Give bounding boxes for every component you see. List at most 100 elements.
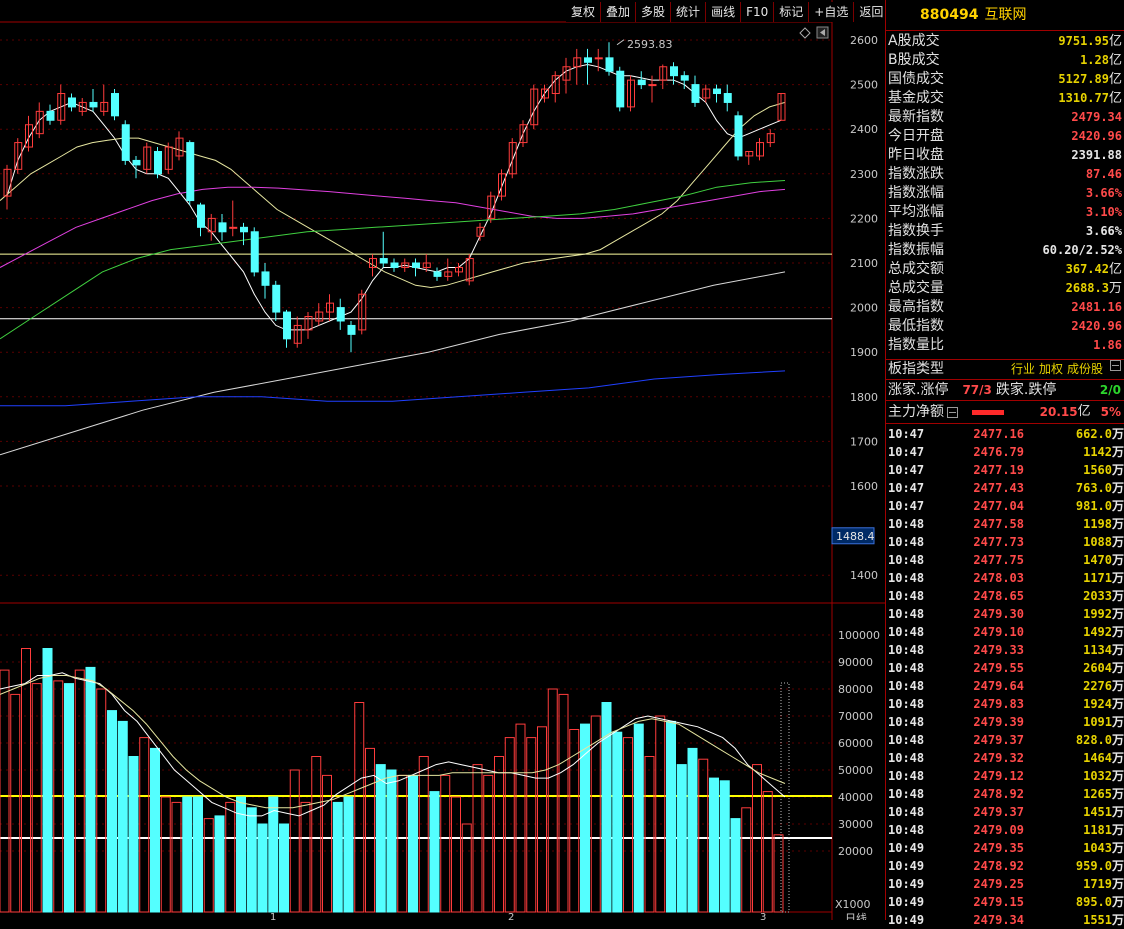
toolbar-button[interactable]: 叠加: [600, 2, 636, 22]
volume-bar: [203, 818, 214, 913]
tick-price: 2479.25: [973, 877, 1024, 891]
volume-bar: [171, 801, 182, 913]
price-axis-label: 2600: [850, 34, 878, 47]
tick-volume: 2033: [1083, 589, 1112, 603]
date-marker: 3: [760, 912, 766, 920]
tick-time: 10:47: [888, 445, 925, 459]
volume-bar: [74, 669, 85, 913]
tick-price: 2479.09: [973, 823, 1024, 837]
volume-bar: [193, 796, 203, 913]
sector-tag[interactable]: 成份股: [1067, 360, 1103, 379]
tick-row: 10:47 2477.19 1560 万: [886, 461, 1124, 479]
tick-volume: 1265: [1083, 787, 1112, 801]
stat-value: 2481.16: [1071, 300, 1122, 314]
candle-body: [68, 97, 76, 108]
sector-tag[interactable]: 行业: [1011, 360, 1035, 379]
sector-tag[interactable]: 加权: [1039, 360, 1063, 379]
moving-average-line: [0, 271, 786, 456]
collapse-icon[interactable]: [947, 406, 958, 418]
volume-bar: [343, 796, 354, 913]
tick-list[interactable]: 10:47 2477.16 662.0 万 10:47 2476.79 1142 万 10:47…: [886, 425, 1124, 929]
candle-body: [594, 57, 603, 60]
toolbar-button[interactable]: F10: [740, 2, 774, 22]
index-stats: A股成交 9751.95亿 B股成交 1.28亿 国债成交 5127.89亿 基金成交 131…: [886, 32, 1124, 355]
tick-volume: 1464: [1083, 751, 1112, 765]
tick-unit: 万: [1112, 913, 1124, 927]
tick-volume: 662.0: [1075, 427, 1112, 441]
stat-unit: 亿: [1108, 53, 1122, 68]
candle-body: [272, 284, 281, 313]
tick-price: 2479.83: [973, 697, 1024, 711]
tick-unit: 万: [1112, 517, 1124, 531]
tick-volume: 1142: [1083, 445, 1112, 459]
volume-bar: [375, 764, 386, 913]
candle-body: [680, 75, 689, 81]
tick-time: 10:49: [888, 913, 925, 927]
candle-body: [261, 271, 270, 286]
tick-price: 2479.15: [973, 895, 1024, 909]
tick-volume: 2276: [1083, 679, 1112, 693]
candle-body: [197, 204, 205, 228]
tick-row: 10:49 2479.15 895.0 万: [886, 893, 1124, 911]
diamond-icon: [799, 27, 811, 39]
stat-value: 3.10%: [1085, 205, 1122, 219]
volume-bar: [547, 688, 558, 913]
tick-unit: 万: [1112, 499, 1124, 513]
tick-time: 10:47: [888, 427, 925, 441]
tick-row: 10:48 2479.09 1181 万: [886, 821, 1124, 839]
candle-body: [132, 159, 141, 166]
volume-bar: [182, 796, 193, 913]
volume-bar: [515, 723, 526, 913]
sector-menu-icon[interactable]: [1110, 360, 1121, 371]
candle-body: [723, 93, 732, 103]
volume-axis-label: 50000: [838, 764, 873, 777]
price-axis-label: 1700: [850, 435, 878, 448]
toolbar-button[interactable]: 标记: [773, 2, 809, 22]
toolbar-button[interactable]: +自选: [808, 2, 854, 22]
stat-label: 基金成交: [888, 90, 944, 106]
volume-bar: [537, 726, 547, 913]
toolbar-button[interactable]: 返回: [853, 2, 889, 22]
tick-price: 2476.79: [973, 445, 1024, 459]
tick-price: 2478.65: [973, 589, 1024, 603]
tick-price: 2479.10: [973, 625, 1024, 639]
volume-bar: [150, 747, 160, 913]
tick-volume: 828.0: [1075, 733, 1112, 747]
kline-chart-area[interactable]: 2600 2500 2400 2300 2200 2100 2000 1900 1800 1700…: [0, 0, 889, 920]
tick-unit: 万: [1112, 643, 1124, 657]
candle-body: [412, 262, 420, 268]
stat-unit: 万: [1108, 281, 1122, 296]
kline-chart[interactable]: 2600250024002300220021002000190018001700…: [0, 0, 885, 920]
toolbar-button[interactable]: 多股: [635, 2, 671, 22]
tick-time: 10:48: [888, 751, 925, 765]
tick-unit: 万: [1112, 589, 1124, 603]
tick-volume: 1134: [1083, 643, 1112, 657]
tick-volume: 1992: [1083, 607, 1112, 621]
volume-bar: [225, 801, 236, 913]
tick-unit: 万: [1112, 859, 1124, 873]
stat-row: 指数涨跌 87.46: [886, 165, 1124, 184]
main-net-flow-label: 主力净额: [888, 404, 944, 420]
stat-label: 今日开盘: [888, 128, 944, 144]
stat-label: 总成交量: [888, 280, 944, 296]
candle-body: [713, 88, 721, 95]
tick-price: 2477.58: [973, 517, 1024, 531]
stat-row: 指数振幅 60.20/2.52%: [886, 241, 1124, 260]
volume-axis-label: 90000: [838, 656, 873, 669]
toolbar-button[interactable]: 统计: [670, 2, 706, 22]
volume-bar: [408, 774, 418, 913]
toolbar-button[interactable]: 画线: [705, 2, 741, 22]
index-name: 互联网: [984, 7, 1027, 23]
price-axis-label: 2500: [850, 79, 878, 92]
candle-body: [433, 271, 442, 277]
volume-bar: [773, 834, 784, 913]
price-axis-label: 2000: [850, 302, 878, 315]
main-net-flow-row: 主力净额 20.15 亿 5%: [886, 400, 1124, 424]
volume-bar: [117, 720, 128, 913]
volume-bar: [96, 688, 107, 913]
toolbar-button[interactable]: 复权: [566, 2, 601, 22]
stat-label: 指数振幅: [888, 242, 944, 258]
stat-label: 最新指数: [888, 109, 944, 125]
tick-volume: 1451: [1083, 805, 1112, 819]
volume-bar: [64, 683, 74, 913]
